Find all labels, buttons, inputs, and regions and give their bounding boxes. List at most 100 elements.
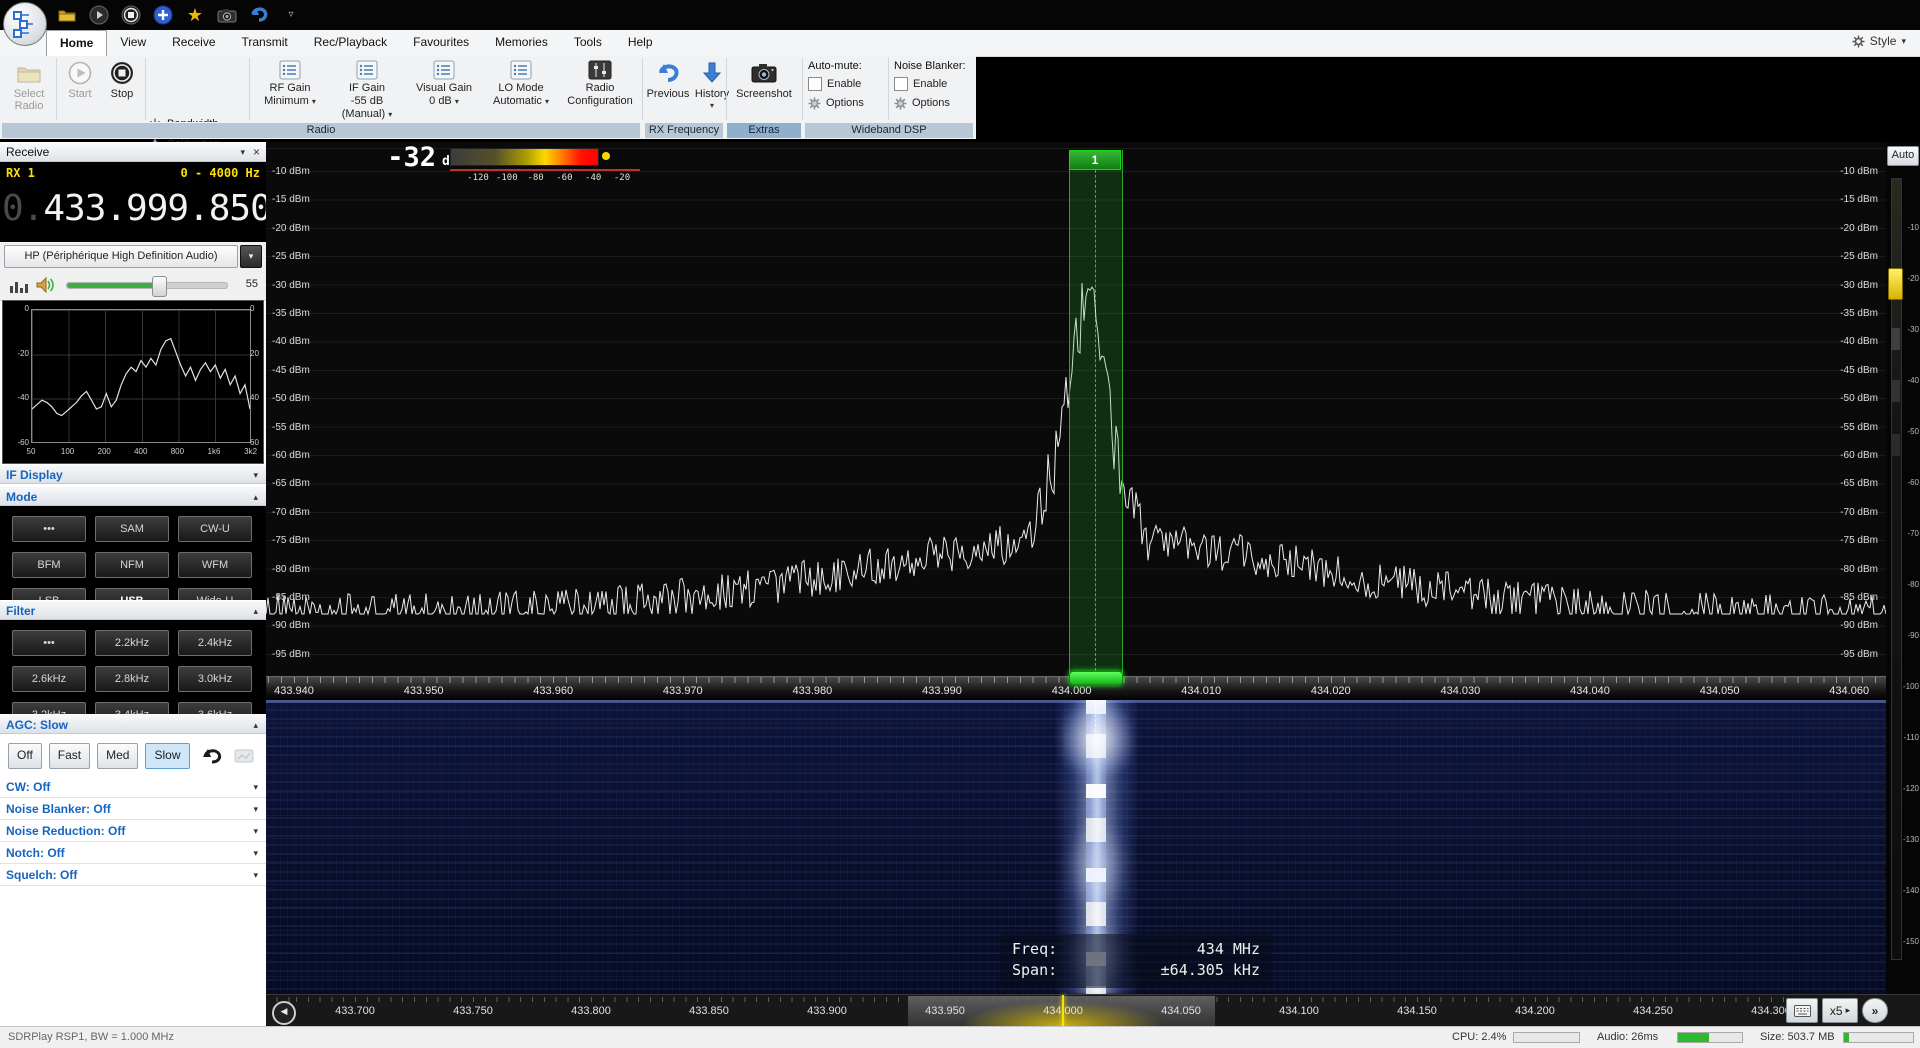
collapsed-section-header[interactable]: CW: Off ▾ [0,776,266,798]
spectrum-y-label-right: -55 dBm [1840,421,1878,433]
volume-slider[interactable] [66,276,228,297]
audio-device-select[interactable]: HP (Périphérique High Definition Audio) [4,245,238,268]
range-scale-label: -60 [1907,478,1919,487]
frequency-navigation-bar[interactable]: 433.700 433.750 433.800 433.850 433.900 433.9… [266,994,1920,1027]
agc-button[interactable]: Off [8,743,42,769]
menu-tab[interactable]: Favourites [400,30,482,56]
menu-tab[interactable]: Home [46,30,108,56]
ribbon-dropdown-button[interactable]: LO Mode Automatic ▾ [483,56,559,122]
waterfall-display[interactable]: Freq: 434 MHz Span: ±64.305 kHz [266,700,1886,994]
frequency-digits[interactable]: 0.433.999.850 [2,188,272,229]
menu-tab[interactable]: Memories [482,30,561,56]
agc-undo-icon[interactable] [201,748,223,764]
noiseblanker-enable-checkbox[interactable]: Enable [894,76,984,92]
meter-scale-label: -100 [495,173,518,183]
radio-configuration-button[interactable]: Radio Configuration [562,56,638,122]
select-radio-button[interactable]: Select Radio [6,56,52,122]
nav-keyboard-button[interactable] [1786,998,1818,1023]
app-menu-button[interactable] [3,2,47,46]
mode-button-grid: •••SAMCW-UBFMNFMWFMLSBUSBWide-U [0,506,266,623]
spectrum-frequency-scale[interactable]: 433.940 433.950 433.960 433.970 433.980 433.9… [266,671,1886,701]
stop-icon[interactable] [120,4,142,26]
filter-button[interactable]: 2.2kHz [95,630,169,656]
mode-button[interactable]: CW-U [178,516,252,542]
channel-marker-tab[interactable]: 1 [1069,150,1121,170]
previous-button[interactable]: Previous [646,56,690,122]
mode-button[interactable]: BFM [12,552,86,578]
stop-button[interactable]: Stop [102,56,142,122]
ribbon-dropdown-button[interactable]: IF Gain -55 dB (Manual) ▾ [329,56,405,122]
agc-button[interactable]: Slow [145,743,190,769]
channel-band-bottom-tab[interactable] [1069,671,1123,685]
if-display-header[interactable]: IF Display ▾ [0,464,266,484]
collapsed-section-header[interactable]: Notch: Off ▾ [0,842,266,864]
filter-button[interactable]: 2.4kHz [178,630,252,656]
speaker-icon[interactable] [36,277,56,293]
if-spectrum-display[interactable]: 1 -10 dBm -15 dBm -20 dBm -25 dBm -30 dBm -35… [266,142,1886,676]
frequency-display[interactable]: RX 1 0 - 4000 Hz 0.433.999.850 [0,162,272,242]
chevron-up-icon[interactable]: ▴ [253,715,258,735]
menu-tab[interactable]: View [107,30,159,56]
auto-range-button[interactable]: Auto [1887,146,1919,166]
mode-button[interactable]: ••• [12,516,86,542]
volume-handle[interactable] [151,276,167,297]
range-segment [1891,434,1900,456]
app-logo-icon [13,11,33,38]
spectrum-y-label-right: -80 dBm [1840,563,1878,575]
mode-header[interactable]: Mode ▴ [0,486,266,506]
menu-tab[interactable]: Rec/Playback [301,30,400,56]
collapsed-section-header[interactable]: Noise Reduction: Off ▾ [0,820,266,842]
range-slider-handle[interactable] [1888,268,1903,300]
filter-button[interactable]: ••• [12,630,86,656]
audio-device-dropdown-icon[interactable]: ▾ [240,245,262,268]
chevron-up-icon[interactable]: ▴ [253,487,258,507]
group-label-wideband-dsp: Wideband DSP [805,123,973,138]
start-button[interactable]: Start [60,56,100,122]
checkbox-icon [808,77,822,91]
spectrum-x-label: 434.020 [1310,685,1351,697]
equalizer-icon[interactable] [10,279,28,293]
mode-button[interactable]: NFM [95,552,169,578]
filter-header[interactable]: Filter ▴ [0,600,266,620]
nav-frequency-label: 434.200 [1515,1005,1555,1017]
style-selector[interactable]: Style ▾ [1852,34,1906,48]
receive-panel-titlebar[interactable]: Receive ▾ × [0,142,266,162]
channel-band[interactable] [1069,150,1123,676]
undo-icon[interactable] [248,4,270,26]
agc-header[interactable]: AGC: Slow ▴ [0,714,266,734]
collapsed-section-header[interactable]: Noise Blanker: Off ▾ [0,798,266,820]
toolbar-expand-icon[interactable]: ▿ [280,4,302,26]
chevron-up-icon[interactable]: ▴ [253,601,258,621]
menu-tab[interactable]: Receive [159,30,228,56]
chevron-down-icon[interactable]: ▾ [253,465,258,485]
ribbon-dropdown-button[interactable]: Visual Gain 0 dB ▾ [406,56,482,122]
noiseblanker-options-button[interactable]: Options [894,95,984,111]
nav-scroll-left-button[interactable]: ◀ [272,1001,296,1025]
automute-options-button[interactable]: Options [808,95,898,111]
agc-button[interactable]: Fast [48,743,91,769]
agc-button[interactable]: Med [97,743,139,769]
filter-button[interactable]: 2.8kHz [95,666,169,692]
panel-chevron-icon[interactable]: ▾ [240,142,245,162]
agc-monitor-icon[interactable] [234,749,254,763]
screenshot-camera-icon[interactable] [216,4,238,26]
open-folder-icon[interactable] [56,4,78,26]
nav-fast-scroll-button[interactable]: » [1862,998,1888,1023]
favourites-star-icon[interactable]: ★ [184,4,206,26]
mode-button[interactable]: SAM [95,516,169,542]
screenshot-button[interactable]: Screenshot [730,56,798,122]
automute-enable-checkbox[interactable]: Enable [808,76,898,92]
ribbon-dropdown-button[interactable]: RF Gain Minimum ▾ [252,56,328,122]
menu-tab[interactable]: Transmit [229,30,301,56]
nav-zoom-button[interactable]: x5 ▸ [1822,998,1858,1023]
mode-button[interactable]: WFM [178,552,252,578]
menu-tab[interactable]: Tools [561,30,615,56]
start-icon[interactable] [88,4,110,26]
add-favourite-icon[interactable] [152,4,174,26]
menu-tab[interactable]: Help [615,30,666,56]
filter-button[interactable]: 3.0kHz [178,666,252,692]
collapsed-section-header[interactable]: Squelch: Off ▾ [0,864,266,886]
dropdown-chevron-icon: ▾ [544,97,549,106]
panel-close-icon[interactable]: × [253,142,260,162]
filter-button[interactable]: 2.6kHz [12,666,86,692]
